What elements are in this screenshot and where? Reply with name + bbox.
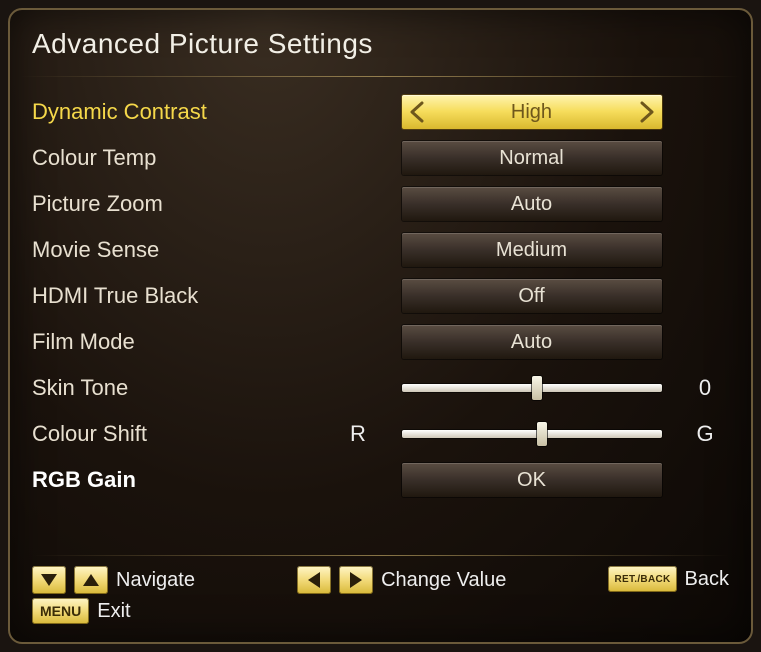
setting-value: Auto (511, 193, 552, 216)
ret-back-key[interactable]: RET./BACK (608, 566, 676, 592)
hint-navigate-label: Navigate (116, 569, 195, 592)
picture_zoom-selector[interactable]: Auto (402, 187, 662, 221)
page-title: Advanced Picture Settings (32, 28, 729, 60)
film_mode-selector[interactable]: Auto (402, 325, 662, 359)
setting-row-colour_temp[interactable]: Colour Temp Normal (32, 135, 721, 181)
setting-row-rgb_gain[interactable]: RGB Gain OK (32, 457, 721, 503)
chevron-left-icon[interactable] (402, 95, 432, 129)
rgb_gain-button[interactable]: OK (402, 463, 662, 497)
hint-back-label: Back (685, 568, 729, 591)
chevron-down-icon (41, 574, 57, 586)
setting-row-skin_tone[interactable]: Skin Tone 0 (32, 365, 721, 411)
nav-right-key[interactable] (339, 566, 373, 594)
setting-value: Medium (496, 239, 567, 262)
hint-exit: MENU Exit (32, 598, 195, 624)
hint-exit-label: Exit (97, 600, 130, 623)
slider-right-label: G (689, 421, 721, 447)
nav-up-key[interactable] (74, 566, 108, 594)
hint-change-label: Change Value (381, 569, 506, 592)
setting-value: OK (517, 469, 546, 492)
setting-label: HDMI True Black (32, 283, 342, 309)
chevron-right-icon (350, 572, 362, 588)
colour_temp-selector[interactable]: Normal (402, 141, 662, 175)
setting-row-dynamic_contrast[interactable]: Dynamic Contrast High (32, 89, 721, 135)
setting-row-picture_zoom[interactable]: Picture Zoom Auto (32, 181, 721, 227)
slider-track (402, 430, 662, 438)
menu-key[interactable]: MENU (32, 598, 89, 624)
slider-thumb[interactable] (532, 376, 542, 400)
hint-back: RET./BACK Back (608, 566, 729, 592)
hint-navigate: Navigate (32, 566, 195, 594)
footer: Navigate MENU Exit Change Value RET./BAC… (24, 545, 737, 632)
chevron-left-icon (308, 572, 320, 588)
setting-value: Off (518, 285, 544, 308)
setting-label: Movie Sense (32, 237, 342, 263)
skin_tone-slider[interactable] (402, 377, 662, 399)
settings-panel: Advanced Picture Settings Dynamic Contra… (8, 8, 753, 644)
footer-divider (32, 555, 729, 556)
divider (20, 76, 741, 77)
setting-value: Auto (511, 331, 552, 354)
setting-label: Skin Tone (32, 375, 342, 401)
setting-row-hdmi_true_black[interactable]: HDMI True Black Off (32, 273, 721, 319)
movie_sense-selector[interactable]: Medium (402, 233, 662, 267)
chevron-up-icon (83, 574, 99, 586)
hdmi_true_black-selector[interactable]: Off (402, 279, 662, 313)
settings-list: Dynamic Contrast High Colour Temp Normal Pic… (10, 81, 751, 507)
chevron-right-icon[interactable] (632, 95, 662, 129)
setting-row-film_mode[interactable]: Film Mode Auto (32, 319, 721, 365)
hint-bar: Navigate MENU Exit Change Value RET./BAC… (32, 566, 729, 624)
setting-value: Normal (499, 147, 563, 170)
dynamic_contrast-selector[interactable]: High (402, 95, 662, 129)
nav-left-key[interactable] (297, 566, 331, 594)
setting-label: RGB Gain (32, 467, 342, 493)
title-bar: Advanced Picture Settings (10, 10, 751, 70)
hint-change-value: Change Value (297, 566, 506, 594)
setting-label: Picture Zoom (32, 191, 342, 217)
setting-row-colour_shift[interactable]: Colour ShiftR G (32, 411, 721, 457)
setting-row-movie_sense[interactable]: Movie Sense Medium (32, 227, 721, 273)
slider-left-label: R (342, 421, 374, 447)
setting-label: Colour Shift (32, 421, 342, 447)
slider-thumb[interactable] (537, 422, 547, 446)
setting-label: Dynamic Contrast (32, 99, 342, 125)
colour_shift-slider[interactable] (402, 423, 662, 445)
setting-label: Colour Temp (32, 145, 342, 171)
setting-value: High (511, 101, 552, 124)
nav-down-key[interactable] (32, 566, 66, 594)
slider-right-label: 0 (689, 375, 721, 401)
setting-label: Film Mode (32, 329, 342, 355)
